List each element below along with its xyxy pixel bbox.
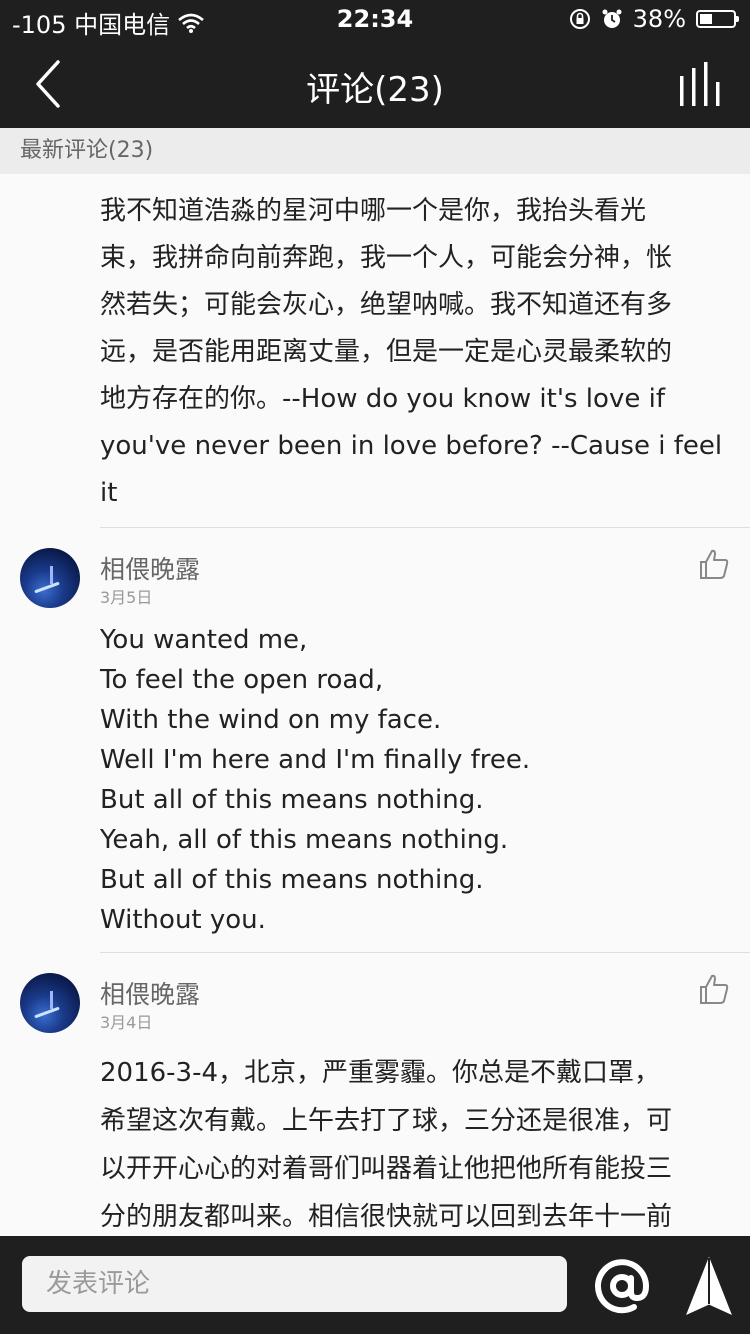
avatar-detail [34,581,60,594]
bars-icon[interactable] [678,62,724,108]
thumbs-up-icon[interactable] [698,548,730,580]
rotation-lock-icon [569,9,590,29]
avatar-detail [50,566,53,584]
comment-item: 相偎晚露 3月5日 You wanted me, To feel the ope… [0,528,750,953]
avatar[interactable] [20,973,80,1033]
send-icon[interactable] [684,1256,734,1318]
page-title: 评论(23) [306,70,444,110]
avatar-detail [34,1006,60,1019]
bottom-bar: 发表评论 [0,1236,750,1334]
comment-list[interactable]: 我不知道浩淼的星河中哪一个是你，我抬头看光 束，我拼命向前奔跑，我一个人，可能会… [0,174,750,1236]
avatar[interactable] [20,548,80,608]
at-icon[interactable] [592,1256,652,1316]
alarm-icon [602,9,622,28]
nav-bar: 评论(23) [0,40,750,128]
comment-header: 相偎晚露 3月4日 [0,953,750,1043]
battery-fill [700,14,712,24]
status-right: 38% [569,5,739,33]
comment-text: 我不知道浩淼的星河中哪一个是你，我抬头看光 束，我拼命向前奔跑，我一个人，可能会… [100,196,723,508]
section-header: 最新评论(23) [0,128,750,174]
thumbs-up-icon[interactable] [698,973,730,1005]
username[interactable]: 相偎晚露 [100,550,200,586]
username[interactable]: 相偎晚露 [100,975,200,1011]
comment-text: 2016-3-4，北京，严重雾霾。你总是不戴口罩， 希望这次有戴。上午去打了球，… [100,1058,673,1232]
comment-header: 相偎晚露 3月5日 [0,528,750,618]
comment-item: 相偎晚露 3月4日 2016-3-4，北京，严重雾霾。你总是不戴口罩， 希望这次… [0,953,750,1236]
comment-input[interactable]: 发表评论 [22,1256,567,1312]
comment-text: You wanted me, To feel the open road, Wi… [100,625,531,935]
status-bar: -105 中国电信 22:34 38% [0,0,750,40]
comment-date: 3月4日 [100,1013,153,1032]
battery-percent: 38% [632,5,686,33]
comment-date: 3月5日 [100,588,153,607]
avatar-detail [50,991,53,1009]
battery-icon [696,10,739,28]
comment-item: 我不知道浩淼的星河中哪一个是你，我抬头看光 束，我拼命向前奔跑，我一个人，可能会… [0,174,750,528]
